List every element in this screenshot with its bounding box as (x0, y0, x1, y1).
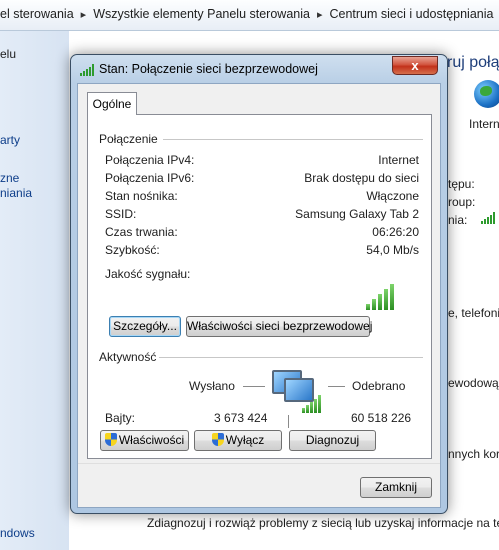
speed-label: Szybkość: (105, 243, 160, 257)
separator (288, 415, 289, 428)
disable-button[interactable]: Wyłącz (194, 430, 282, 451)
sent-label: Wysłano (189, 379, 235, 393)
breadcrumb-control-panel[interactable]: el sterowania (0, 7, 74, 21)
diagnose-button[interactable]: Diagnozuj (289, 430, 376, 451)
chevron-right-icon[interactable]: ▸ (317, 8, 323, 21)
ipv4-value: Internet (378, 153, 419, 167)
description-text: e, telefoni (448, 306, 499, 320)
divider (78, 463, 440, 464)
divider (159, 357, 423, 358)
duration-value: 06:26:20 (372, 225, 419, 239)
connections-label: nia: (448, 213, 468, 227)
description-text: ewodową, (448, 376, 499, 390)
breadcrumb-network-center[interactable]: Centrum sieci i udostępniania (329, 7, 493, 21)
sidebar-link[interactable]: ndows (0, 526, 35, 540)
divider (163, 139, 423, 140)
uac-shield-icon (104, 433, 117, 446)
breadcrumb-all-items[interactable]: Wszystkie elementy Panelu sterowania (93, 7, 310, 21)
details-button[interactable]: Szczegóły... (109, 316, 181, 337)
uac-shield-icon (211, 433, 224, 446)
close-button[interactable]: Zamknij (360, 477, 432, 498)
media-state-value: Włączone (366, 189, 419, 203)
connection-group-label: Połączenie (99, 132, 158, 146)
sidebar-link[interactable]: zne (0, 171, 19, 185)
received-line (328, 386, 345, 387)
sidebar-link[interactable]: niania (0, 186, 32, 200)
ipv6-value: Brak dostępu do sieci (304, 171, 419, 185)
received-bytes-value: 60 518 226 (351, 411, 412, 425)
description-text: nnych kor (448, 447, 499, 461)
chevron-right-icon[interactable]: ▸ (81, 8, 87, 21)
signal-bars-icon[interactable] (481, 212, 495, 224)
tab-panel-general: Połączenie Połączenia IPv4: Internet Poł… (87, 114, 432, 459)
signal-quality-icon (366, 284, 396, 310)
duration-label: Czas trwania: (105, 225, 178, 239)
network-computers-icon (270, 370, 330, 414)
wireless-signal-icon (80, 64, 96, 76)
address-bar[interactable]: el sterowania ▸ Wszystkie elementy Panelu … (0, 0, 499, 31)
signal-quality-label: Jakość sygnału: (105, 267, 191, 281)
ipv6-label: Połączenia IPv6: (105, 171, 195, 185)
troubleshoot-description: Zdiagnozuj i rozwiąż problemy z siecią l… (147, 516, 499, 530)
dialog-body: Ogólne Połączenie Połączenia IPv4: Inter… (77, 83, 441, 508)
sidebar-text[interactable]: elu (0, 47, 16, 61)
ssid-label: SSID: (105, 207, 137, 221)
media-state-label: Stan nośnika: (105, 189, 178, 203)
received-label: Odebrano (352, 379, 406, 393)
tab-general[interactable]: Ogólne (87, 92, 137, 115)
homegroup-label: roup: (448, 195, 476, 209)
sent-line (243, 386, 265, 387)
wireless-properties-button[interactable]: Właściwości sieci bezprzewodowej (186, 316, 372, 337)
properties-button[interactable]: Właściwości (100, 430, 189, 451)
close-icon[interactable]: x (392, 56, 438, 75)
ssid-value: Samsung Galaxy Tab 2 (295, 207, 419, 221)
internet-globe-icon (474, 80, 499, 108)
activity-group-label: Aktywność (99, 350, 157, 364)
breadcrumb: el sterowania ▸ Wszystkie elementy Panelu … (0, 7, 493, 21)
page-title: ruj połą (447, 54, 499, 71)
ipv4-label: Połączenia IPv4: (105, 153, 195, 167)
internet-label: Intern (469, 117, 499, 131)
dialog-title: Stan: Połączenie sieci bezprzewodowej (99, 62, 318, 76)
access-type-label: tępu: (448, 177, 475, 191)
sidebar: elu arty zne niania ndows (0, 31, 69, 550)
bytes-label: Bajty: (105, 411, 136, 425)
properties-button-label: Właściwości (118, 433, 185, 447)
speed-value: 54,0 Mb/s (366, 243, 419, 257)
sent-bytes-value: 3 673 424 (214, 411, 268, 425)
disable-button-label: Wyłącz (225, 433, 265, 447)
wireless-status-dialog: Stan: Połączenie sieci bezprzewodowej x … (70, 54, 448, 514)
sidebar-link[interactable]: arty (0, 133, 20, 147)
